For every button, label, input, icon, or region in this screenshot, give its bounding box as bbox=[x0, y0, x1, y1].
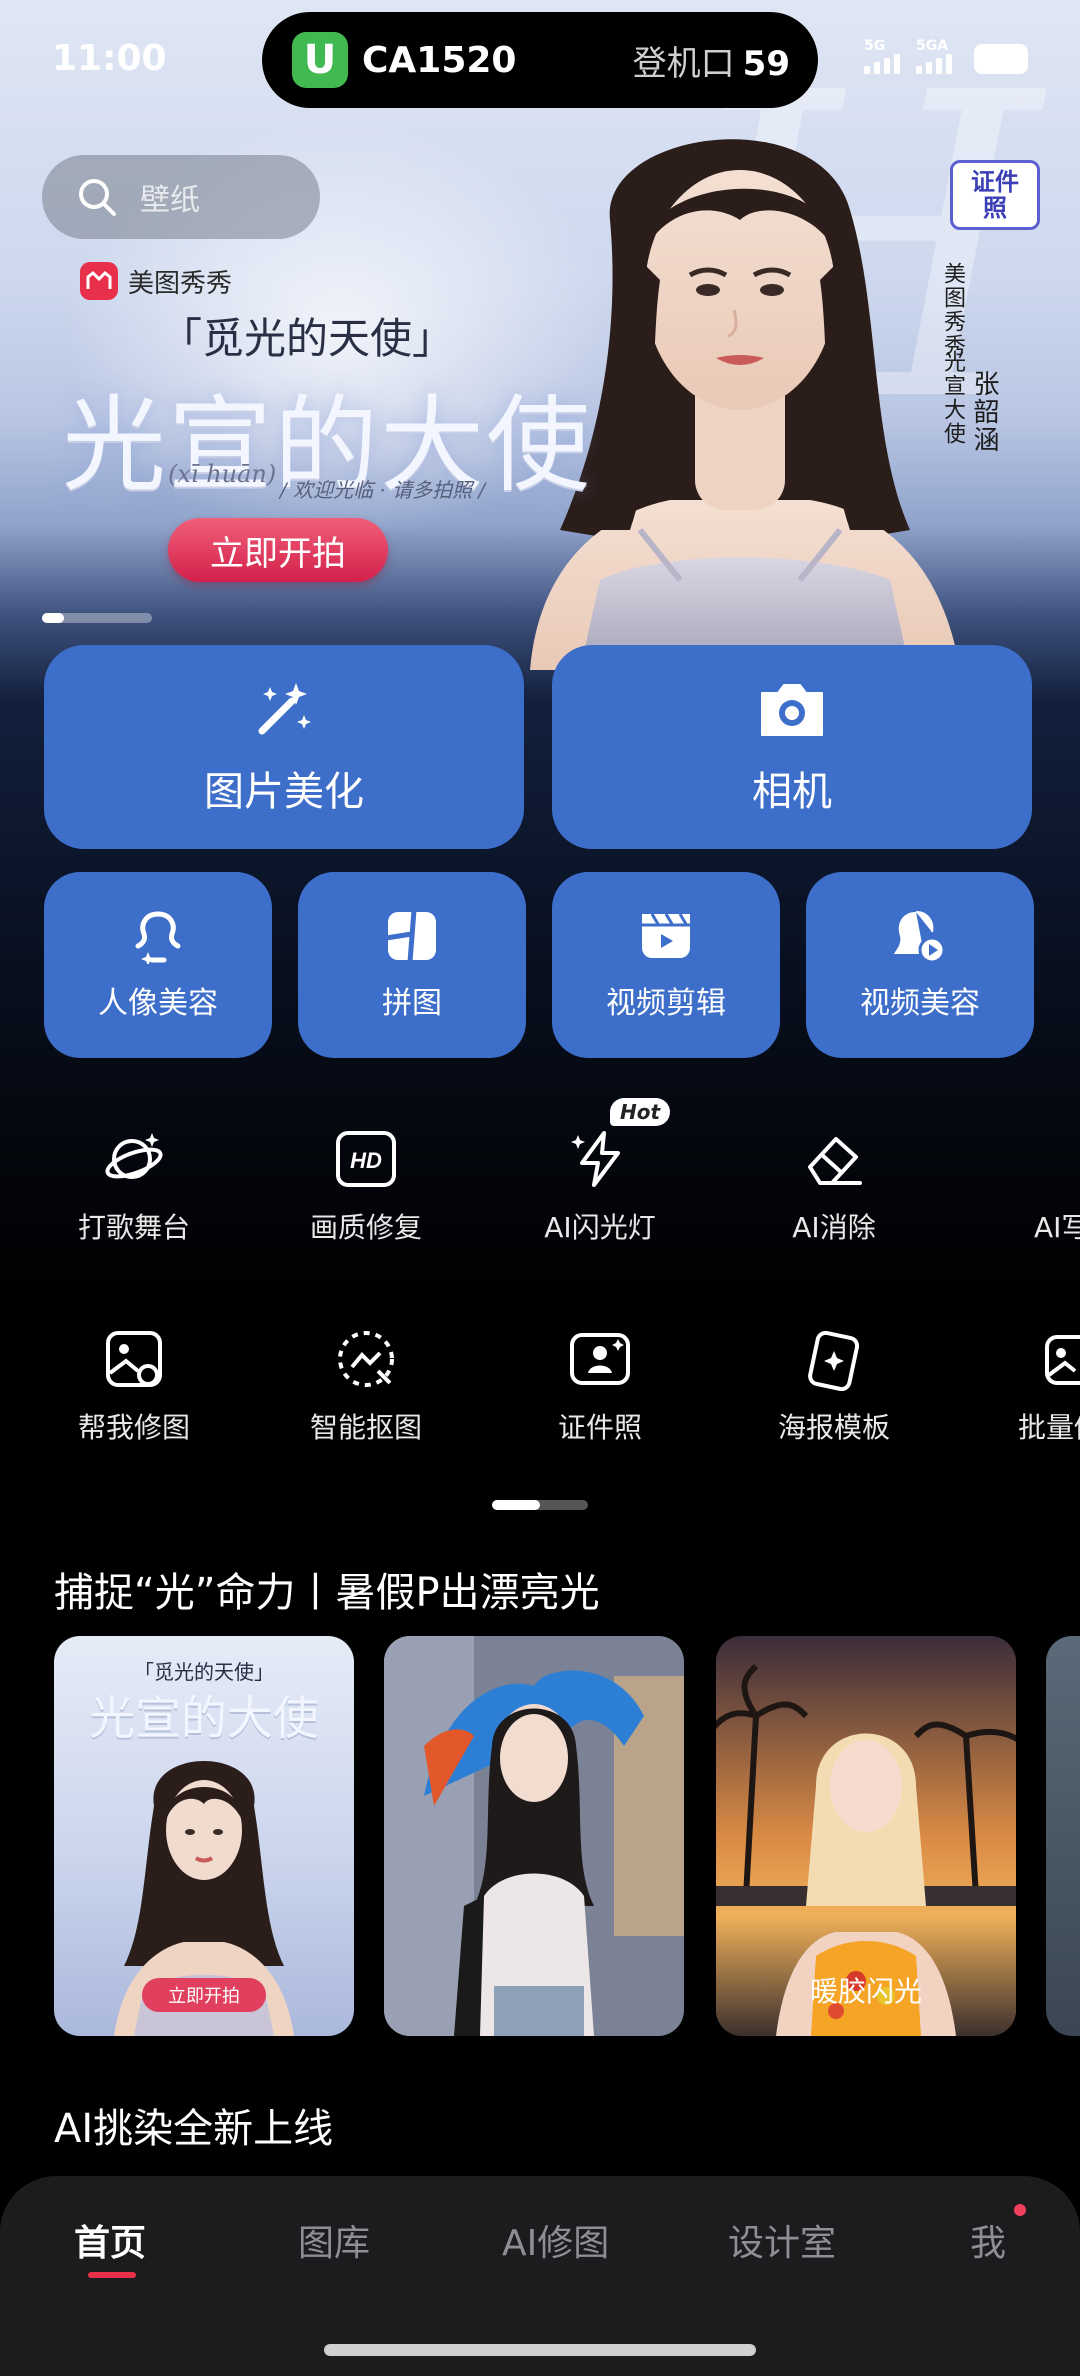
brand-name: 美图秀秀 bbox=[128, 268, 233, 299]
card-label-warm-flash: 暖胶闪光 bbox=[809, 1975, 922, 2008]
tool-label: 打歌舞台 bbox=[77, 1211, 190, 1244]
feature-card-partial[interactable] bbox=[1046, 1636, 1080, 2036]
magic-wand-icon bbox=[258, 683, 311, 735]
collage-icon bbox=[385, 909, 436, 963]
search-bar[interactable]: 壁纸 bbox=[42, 155, 320, 239]
banner-vertical-text-2: 光宣大使 bbox=[940, 350, 965, 446]
bottom-navigation: 首页 图库 AI修图 设计室 我 bbox=[0, 2176, 1080, 2376]
status-time: 11:00 bbox=[52, 38, 167, 79]
nav-design-studio[interactable]: 设计室 bbox=[728, 2214, 836, 2266]
tool-label: AI写 bbox=[1034, 1211, 1080, 1244]
photo-beautify-button[interactable]: 图片美化 bbox=[44, 645, 524, 849]
hot-badge: Hot bbox=[610, 1098, 671, 1126]
tool-batch-edit[interactable]: 批量修 bbox=[1010, 1326, 1080, 1446]
collage-button[interactable]: 拼图 bbox=[298, 872, 526, 1058]
flight-number: CA1520 bbox=[362, 39, 517, 81]
ai-write-icon bbox=[966, 1126, 1032, 1192]
banner-page-indicator bbox=[42, 613, 152, 623]
id-photo-icon bbox=[567, 1326, 633, 1392]
flash-icon bbox=[567, 1126, 633, 1192]
gate-info: 登机口 59 bbox=[632, 43, 790, 84]
hero-banner[interactable]: H 11:00 bbox=[0, 0, 1080, 700]
cutout-icon bbox=[333, 1326, 399, 1392]
camera-button[interactable]: 相机 bbox=[552, 645, 1032, 849]
retouch-icon bbox=[101, 1326, 167, 1392]
card-headline-small: 「觅光的天使」 bbox=[134, 1660, 274, 1684]
status-icons: 5G 5GA bbox=[864, 38, 1028, 74]
batch-icon bbox=[1040, 1326, 1080, 1392]
signal-5ga-icon: 5GA bbox=[916, 38, 952, 74]
camera-icon bbox=[761, 684, 823, 736]
tool-label: 画质修复 bbox=[309, 1211, 422, 1244]
card-2-image bbox=[384, 1636, 684, 2036]
feature-card-photo-2[interactable] bbox=[384, 1636, 684, 2036]
eraser-icon bbox=[801, 1126, 867, 1192]
banner-tagline: / 欢迎光临 · 请多拍照 / bbox=[280, 478, 486, 502]
nav-ai-retouch[interactable]: AI修图 bbox=[502, 2214, 609, 2266]
tool-label: AI消除 bbox=[792, 1211, 876, 1244]
shoot-now-button[interactable]: 立即开拍 bbox=[168, 518, 388, 582]
section-title-light: 捕捉“光”命力丨暑假P出漂亮光 bbox=[54, 1570, 600, 1616]
brand: 美图秀秀 bbox=[80, 262, 232, 300]
section-title-ai-highlight: AI挑染全新上线 bbox=[54, 2106, 334, 2152]
tool-singing-stage[interactable]: 打歌舞台 bbox=[34, 1126, 234, 1246]
collage-label: 拼图 bbox=[382, 986, 442, 1021]
status-bar: 11:00 U CA1520 登机口 59 5G 5GA bbox=[0, 0, 1080, 120]
tool-label: 海报模板 bbox=[777, 1411, 890, 1444]
home-indicator[interactable] bbox=[324, 2344, 756, 2356]
tool-ai-erase[interactable]: AI消除 bbox=[734, 1126, 934, 1246]
nav-home[interactable]: 首页 bbox=[74, 2214, 146, 2266]
tool-id-photo[interactable]: 证件照 bbox=[500, 1326, 700, 1446]
tool-label: 批量修 bbox=[1018, 1411, 1080, 1444]
banner-pinyin: (xī huān) bbox=[168, 460, 277, 488]
svg-text:HD: HD bbox=[350, 1148, 382, 1173]
stage-icon bbox=[101, 1126, 167, 1192]
video-edit-icon bbox=[642, 913, 690, 958]
tool-poster-template[interactable]: 海报模板 bbox=[734, 1326, 934, 1446]
portrait-beauty-button[interactable]: 人像美容 bbox=[44, 872, 272, 1058]
video-edit-button[interactable]: 视频剪辑 bbox=[552, 872, 780, 1058]
tool-smart-cutout[interactable]: 智能抠图 bbox=[266, 1326, 466, 1446]
nav-active-indicator bbox=[88, 2272, 136, 2278]
tool-label: 帮我修图 bbox=[77, 1411, 190, 1444]
video-beauty-button[interactable]: 视频美容 bbox=[806, 872, 1034, 1058]
battery-icon bbox=[974, 44, 1028, 74]
video-beauty-icon bbox=[894, 911, 946, 964]
tool-quality-repair[interactable]: HD 画质修复 bbox=[266, 1126, 466, 1246]
meitu-logo-icon bbox=[80, 262, 118, 300]
dynamic-island-flight[interactable]: U CA1520 登机口 59 bbox=[262, 12, 818, 108]
banner-vertical-text-1: 美图秀秀 bbox=[940, 262, 965, 358]
search-placeholder: 壁纸 bbox=[140, 183, 200, 218]
photo-beautify-label: 图片美化 bbox=[204, 769, 364, 815]
camera-label: 相机 bbox=[752, 769, 832, 815]
tools-page-indicator bbox=[492, 1500, 588, 1510]
tool-label: 智能抠图 bbox=[309, 1411, 422, 1444]
hd-icon: HD bbox=[333, 1126, 399, 1192]
portrait-icon bbox=[135, 911, 181, 964]
feature-card-banner[interactable]: 「觅光的天使」 光宣的大使 立即开拍 bbox=[54, 1636, 354, 2036]
search-icon bbox=[79, 179, 116, 216]
video-edit-label: 视频剪辑 bbox=[606, 986, 726, 1021]
flight-app-icon: U bbox=[292, 32, 348, 88]
portrait-beauty-label: 人像美容 bbox=[98, 986, 218, 1021]
tool-label: 证件照 bbox=[557, 1411, 642, 1444]
tool-ai-flash[interactable]: Hot AI闪光灯 bbox=[500, 1098, 700, 1246]
card-shoot-button[interactable]: 立即开拍 bbox=[142, 1978, 266, 2012]
nav-me[interactable]: 我 bbox=[970, 2214, 1006, 2266]
poster-icon bbox=[801, 1326, 867, 1392]
nav-me-notification-dot bbox=[1014, 2204, 1026, 2216]
banner-headline-small: 「觅光的天使」 bbox=[160, 314, 455, 363]
id-photo-badge[interactable]: 证件照 bbox=[950, 160, 1040, 230]
signal-5g-icon: 5G bbox=[864, 38, 900, 74]
tool-label: AI闪光灯 bbox=[544, 1211, 656, 1244]
banner-vertical-text-3: 张韶涵 bbox=[969, 370, 999, 454]
feature-card-warm-flash[interactable]: 暖胶闪光 bbox=[716, 1636, 1016, 2036]
tool-help-retouch[interactable]: 帮我修图 bbox=[34, 1326, 234, 1446]
card-headline: 光宣的大使 bbox=[89, 1691, 319, 1745]
tool-ai-write[interactable]: AI写 bbox=[966, 1126, 1080, 1246]
video-beauty-label: 视频美容 bbox=[860, 986, 980, 1021]
nav-gallery[interactable]: 图库 bbox=[298, 2214, 370, 2266]
